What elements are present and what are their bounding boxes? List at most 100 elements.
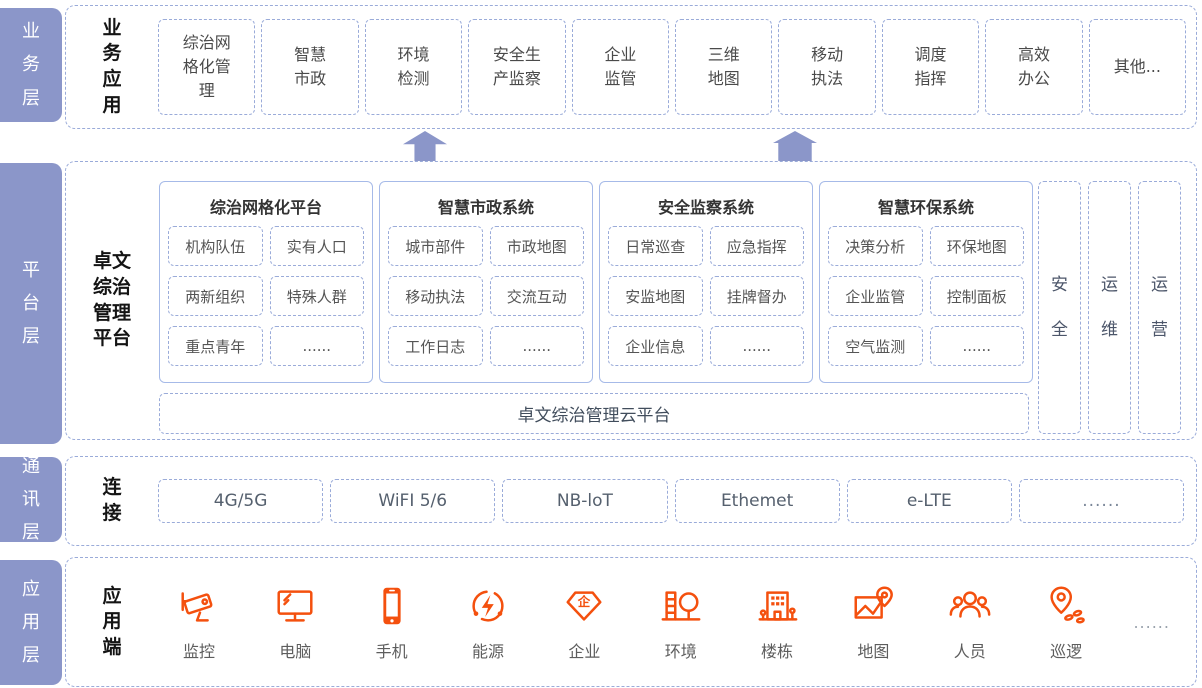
group-item: ...... <box>930 326 1025 366</box>
pillar-security: 安 全 <box>1038 181 1081 434</box>
comm-item: WiFI 5/6 <box>330 479 495 523</box>
business-item: 其他... <box>1089 19 1186 115</box>
group-items: 机构队伍 实有人口 两新组织 特殊人群 重点青年 ...... <box>168 226 364 366</box>
app-item-label: 环境 <box>665 638 697 662</box>
comm-item: e-LTE <box>847 479 1012 523</box>
business-layer-container: 业 务 应 用 综治网 格化管 理 智慧 市政 环境 检测 安全生 产监察 企业… <box>65 5 1197 129</box>
group-item: 决策分析 <box>828 226 923 266</box>
svg-text:企: 企 <box>577 594 591 609</box>
communication-sublabel: 连 接 <box>66 457 158 545</box>
app-item-patrol: 巡逻 <box>1037 583 1095 662</box>
business-item: 调度 指挥 <box>882 19 979 115</box>
business-item: 三维 地图 <box>675 19 772 115</box>
group-title: 安全监察系统 <box>608 186 804 226</box>
pillar-operations: 运 营 <box>1138 181 1181 434</box>
app-item-label: 地图 <box>857 638 889 662</box>
group-items: 决策分析 环保地图 企业监管 控制面板 空气监测 ...... <box>828 226 1024 366</box>
app-item-map: 地图 <box>844 583 902 662</box>
up-arrow-icon <box>403 131 447 161</box>
group-item: 机构队伍 <box>168 226 263 266</box>
business-item: 高效 办公 <box>985 19 1082 115</box>
business-items-row: 综治网 格化管 理 智慧 市政 环境 检测 安全生 产监察 企业 监管 三维 地… <box>158 6 1196 128</box>
app-item-label: 电脑 <box>279 638 311 662</box>
group-smart-municipal: 智慧市政系统 城市部件 市政地图 移动执法 交流互动 工作日志 ...... <box>379 181 593 383</box>
app-item-label: 能源 <box>472 638 504 662</box>
business-item: 智慧 市政 <box>261 19 358 115</box>
group-item: 日常巡查 <box>608 226 703 266</box>
group-item: ...... <box>270 326 365 366</box>
app-item-people: 人员 <box>941 583 999 662</box>
group-items: 日常巡查 应急指挥 安监地图 挂牌督办 企业信息 ...... <box>608 226 804 366</box>
app-item-label: 手机 <box>376 638 408 662</box>
group-item: 应急指挥 <box>710 226 805 266</box>
cctv-camera-icon <box>176 583 222 629</box>
platform-groups-row: 综治网格化平台 机构队伍 实有人口 两新组织 特殊人群 重点青年 ...... … <box>159 181 1033 383</box>
building-icon <box>754 583 800 629</box>
app-item-label: 楼栋 <box>761 638 793 662</box>
group-grid-platform: 综治网格化平台 机构队伍 实有人口 两新组织 特殊人群 重点青年 ...... <box>159 181 373 383</box>
app-item-phone: 手机 <box>363 583 421 662</box>
app-item-energy: 能源 <box>459 583 517 662</box>
people-icon <box>947 583 993 629</box>
platform-layer-container: 卓文 综治 管理 平台 综治网格化平台 机构队伍 实有人口 两新组织 特殊人群 … <box>65 161 1197 440</box>
application-layer-container: 应 用 端 监控 电脑 <box>65 557 1197 687</box>
comm-item: Ethemet <box>675 479 840 523</box>
app-item-building: 楼栋 <box>748 583 806 662</box>
group-item: 移动执法 <box>388 276 483 316</box>
comm-item: 4G/5G <box>158 479 323 523</box>
business-item: 综治网 格化管 理 <box>158 19 255 115</box>
group-item: 特殊人群 <box>270 276 365 316</box>
group-title: 综治网格化平台 <box>168 186 364 226</box>
patrol-pin-icon <box>1043 583 1089 629</box>
map-icon <box>850 583 896 629</box>
comm-item-more: ...... <box>1019 479 1184 523</box>
group-item: 城市部件 <box>388 226 483 266</box>
group-item: ...... <box>490 326 585 366</box>
app-item-enterprise: 企 企业 <box>555 583 613 662</box>
group-item: 工作日志 <box>388 326 483 366</box>
up-arrow-icon <box>773 131 817 161</box>
cloud-platform-box: 卓文综治管理云平台 <box>159 393 1029 434</box>
enterprise-gem-icon: 企 <box>561 583 607 629</box>
business-sublabel: 业 务 应 用 <box>66 6 158 128</box>
app-item-monitor: 监控 <box>170 583 228 662</box>
communication-layer-container: 连 接 4G/5G WiFI 5/6 NB-loT Ethemet e-LTE … <box>65 456 1197 546</box>
group-item: 重点青年 <box>168 326 263 366</box>
group-title: 智慧环保系统 <box>828 186 1024 226</box>
group-item: 安监地图 <box>608 276 703 316</box>
group-item: 市政地图 <box>490 226 585 266</box>
app-item-environment: 环境 <box>652 583 710 662</box>
app-item-label: 企业 <box>568 638 600 662</box>
group-title: 智慧市政系统 <box>388 186 584 226</box>
app-item-label: 巡逻 <box>1050 638 1082 662</box>
monitor-icon <box>272 583 318 629</box>
app-item-label: 人员 <box>954 638 986 662</box>
group-item: 企业信息 <box>608 326 703 366</box>
application-sublabel: 应 用 端 <box>66 558 158 686</box>
group-safety-supervision: 安全监察系统 日常巡查 应急指挥 安监地图 挂牌督办 企业信息 ...... <box>599 181 813 383</box>
communication-layer-tab: 通 讯 层 <box>0 457 62 542</box>
business-item: 企业 监管 <box>572 19 669 115</box>
group-item: 空气监测 <box>828 326 923 366</box>
business-item: 安全生 产监察 <box>468 19 565 115</box>
group-smart-environment: 智慧环保系统 决策分析 环保地图 企业监管 控制面板 空气监测 ...... <box>819 181 1033 383</box>
environment-icon <box>658 583 704 629</box>
business-item: 环境 检测 <box>365 19 462 115</box>
app-item-label: 监控 <box>183 638 215 662</box>
app-item-more: ...... <box>1133 613 1170 632</box>
comm-item: NB-loT <box>502 479 667 523</box>
platform-sublabel: 卓文 综治 管理 平台 <box>66 162 158 439</box>
pillar-operation-maintenance: 运 维 <box>1088 181 1131 434</box>
phone-icon <box>369 583 415 629</box>
application-layer-tab: 应 用 层 <box>0 560 62 685</box>
app-item-computer: 电脑 <box>266 583 324 662</box>
group-item: 两新组织 <box>168 276 263 316</box>
communication-items-row: 4G/5G WiFI 5/6 NB-loT Ethemet e-LTE ....… <box>158 457 1196 545</box>
group-item: 企业监管 <box>828 276 923 316</box>
group-item: 控制面板 <box>930 276 1025 316</box>
group-item: ...... <box>710 326 805 366</box>
group-item: 交流互动 <box>490 276 585 316</box>
business-layer-tab: 业 务 层 <box>0 8 62 122</box>
group-item: 实有人口 <box>270 226 365 266</box>
group-item: 挂牌督办 <box>710 276 805 316</box>
